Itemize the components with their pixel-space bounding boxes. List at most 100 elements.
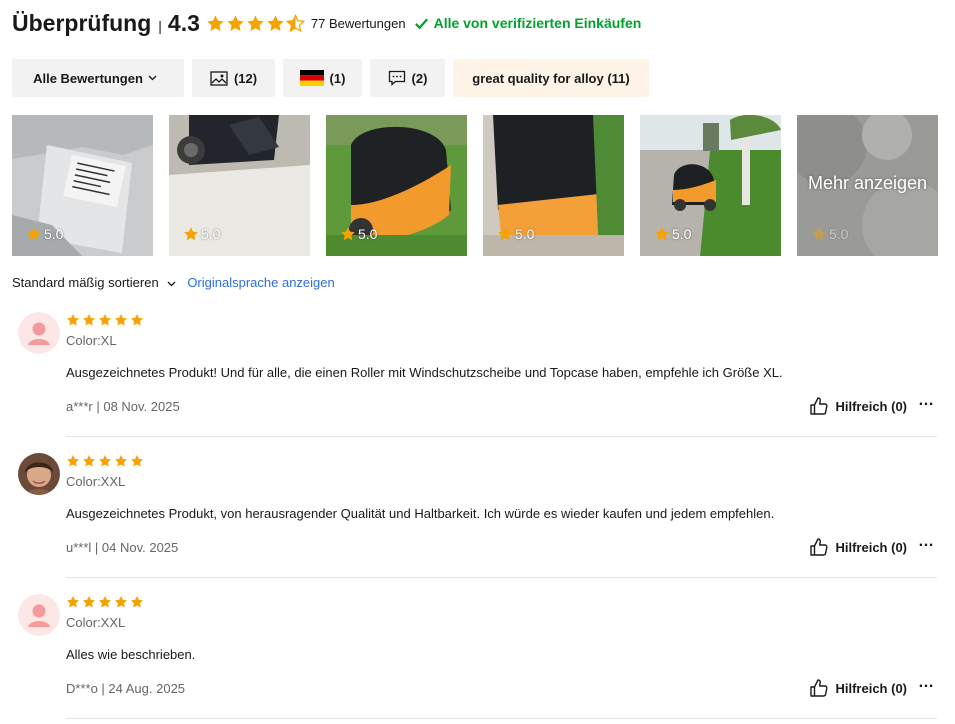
- review-stars: [66, 454, 144, 468]
- sort-dropdown[interactable]: Standard mäßig sortieren: [12, 275, 176, 290]
- star-icon: [655, 227, 669, 241]
- filter-germany-label: (1): [329, 70, 346, 86]
- helpful-button[interactable]: Hilfreich (0): [809, 396, 907, 416]
- checkmark-icon: [414, 18, 428, 29]
- review-photo[interactable]: 5.0: [326, 115, 467, 256]
- default-avatar-icon: [18, 312, 60, 354]
- star-icon: [66, 314, 80, 326]
- photo-rating: 5.0: [340, 226, 377, 242]
- helpful-label: Hilfreich (0): [835, 539, 907, 555]
- divider: [66, 718, 937, 719]
- review-meta: D***o | 24 Aug. 2025: [66, 681, 186, 696]
- reviews-header: Überprüfung | 4.3 77 Bewertungen Alle vo…: [12, 8, 641, 38]
- show-more-label: Mehr anzeigen: [807, 173, 928, 193]
- review-variant: Color:XXL: [66, 615, 126, 630]
- review-photo[interactable]: 5.0: [483, 115, 624, 256]
- review-item: Color:XL Ausgezeichnetes Produkt! Und fü…: [18, 312, 937, 437]
- average-rating: 4.3: [167, 9, 200, 36]
- thumbs-up-icon: [810, 679, 829, 697]
- photo-rating-value: 5.0: [358, 226, 378, 242]
- review-meta: a***r | 08 Nov. 2025: [66, 399, 180, 414]
- photo-rating: 5.0: [497, 226, 534, 242]
- verified-text: Alle von verifizierten Einkäufen: [433, 15, 642, 31]
- average-rating-stars: [206, 14, 305, 33]
- star-icon: [207, 14, 224, 31]
- germany-flag-icon: [299, 70, 324, 86]
- filter-with-photos[interactable]: (12): [192, 59, 275, 97]
- star-icon: [98, 596, 112, 608]
- user-photo-avatar: [18, 453, 60, 495]
- comment-icon: [388, 70, 405, 86]
- star-icon: [498, 227, 512, 241]
- avatar: [18, 453, 60, 495]
- review-variant: Color:XL: [66, 333, 117, 348]
- star-icon: [130, 455, 144, 467]
- helpful-label: Hilfreich (0): [835, 680, 907, 696]
- photo-rating: 5.0: [26, 226, 63, 242]
- page-title: Überprüfung: [12, 9, 152, 36]
- review-text: Ausgezeichnetes Produkt! Und für alle, d…: [66, 365, 783, 380]
- photo-rating-value: 5.0: [515, 226, 535, 242]
- filter-comments-label: (2): [411, 70, 428, 86]
- more-options-icon[interactable]: …: [918, 674, 935, 692]
- review-text: Ausgezeichnetes Produkt, von herausragen…: [66, 506, 775, 521]
- show-original-language-link[interactable]: Originalsprache anzeigen: [187, 275, 334, 290]
- review-item: Color:XXL Ausgezeichnetes Produkt, von h…: [18, 453, 937, 578]
- photo-rating: 5.0: [183, 226, 220, 242]
- review-stars: [66, 313, 144, 327]
- thumbs-up-icon: [810, 538, 829, 556]
- sort-bar: Standard mäßig sortieren Originalsprache…: [12, 275, 335, 290]
- review-photo[interactable]: 5.0: [12, 115, 153, 256]
- filter-bar: Alle Bewertungen (12) (1) (2) great qual…: [12, 59, 649, 97]
- star-icon: [114, 314, 128, 326]
- photo-rating: 5.0: [811, 226, 848, 242]
- title-separator: |: [158, 18, 162, 34]
- divider: [66, 436, 937, 437]
- star-icon: [27, 227, 41, 241]
- more-options-icon[interactable]: …: [918, 533, 935, 551]
- thumbs-up-icon: [810, 397, 829, 415]
- star-icon: [98, 314, 112, 326]
- filter-germany[interactable]: (1): [283, 59, 362, 97]
- star-icon: [98, 455, 112, 467]
- half-star-icon: [286, 14, 305, 32]
- photo-rating-value: 5.0: [672, 226, 692, 242]
- filter-tag-great-quality[interactable]: great quality for alloy (11): [453, 59, 649, 97]
- star-icon: [247, 14, 264, 31]
- sort-label: Standard mäßig sortieren: [12, 275, 159, 290]
- filter-photos-label: (12): [233, 70, 258, 86]
- filter-with-comments[interactable]: (2): [370, 59, 445, 97]
- review-stars: [66, 595, 144, 609]
- photo-rating: 5.0: [654, 226, 691, 242]
- star-icon: [66, 455, 80, 467]
- verified-purchases-badge: Alle von verifizierten Einkäufen: [414, 15, 642, 31]
- image-icon: [210, 70, 228, 86]
- star-icon: [82, 455, 96, 467]
- photo-rating-value: 5.0: [44, 226, 64, 242]
- star-icon: [82, 314, 96, 326]
- show-more-photos[interactable]: Mehr anzeigen 5.0: [797, 115, 938, 256]
- star-icon: [267, 14, 284, 31]
- star-icon: [114, 596, 128, 608]
- star-icon: [130, 314, 144, 326]
- review-text: Alles wie beschrieben.: [66, 647, 196, 662]
- star-icon: [184, 227, 198, 241]
- filter-tag-label: great quality for alloy (11): [472, 70, 630, 86]
- filter-all-reviews[interactable]: Alle Bewertungen: [12, 59, 184, 97]
- review-count: 77 Bewertungen: [310, 15, 406, 31]
- helpful-button[interactable]: Hilfreich (0): [809, 678, 907, 698]
- star-icon: [130, 596, 144, 608]
- star-icon: [114, 455, 128, 467]
- helpful-label: Hilfreich (0): [835, 398, 907, 414]
- star-icon: [227, 14, 244, 31]
- review-meta: u***l | 04 Nov. 2025: [66, 540, 179, 555]
- review-photo[interactable]: 5.0: [640, 115, 781, 256]
- review-variant: Color:XXL: [66, 474, 126, 489]
- more-options-icon[interactable]: …: [918, 392, 935, 410]
- star-icon: [341, 227, 355, 241]
- review-photo[interactable]: 5.0: [169, 115, 310, 256]
- photo-rating-value: 5.0: [201, 226, 221, 242]
- helpful-button[interactable]: Hilfreich (0): [809, 537, 907, 557]
- chevron-down-icon: [148, 75, 157, 81]
- star-icon: [812, 227, 826, 241]
